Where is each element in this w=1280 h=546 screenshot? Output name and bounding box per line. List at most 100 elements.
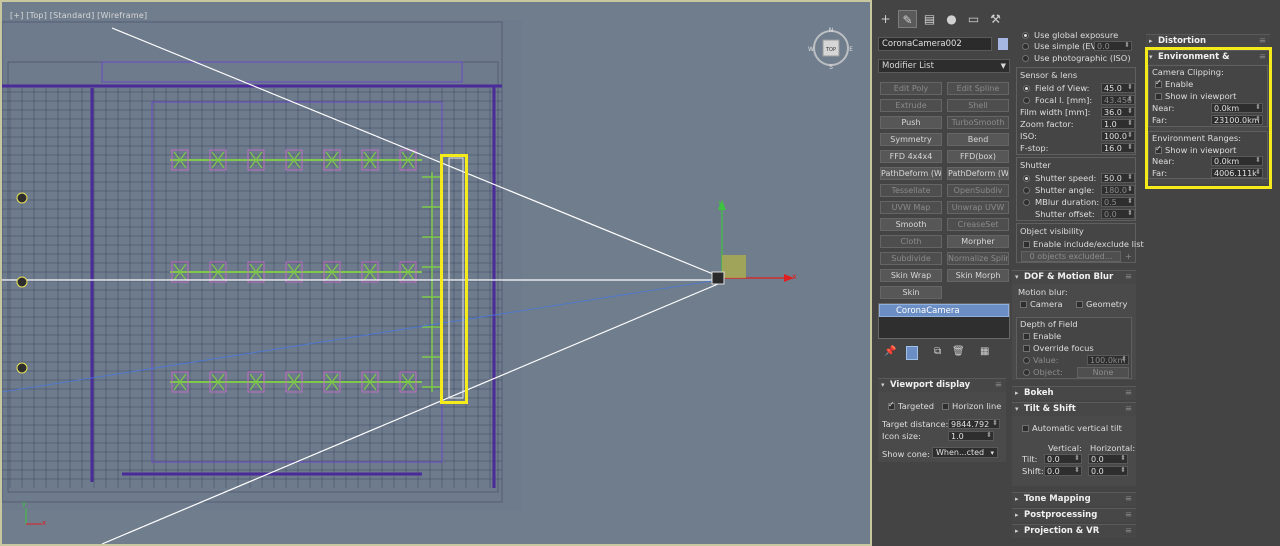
motion-blur-geometry-checkbox[interactable] — [1076, 301, 1083, 308]
postprocessing-header[interactable]: Postprocessing≡ — [1012, 509, 1136, 522]
viewport-top[interactable]: [+] [Top] [Standard] [Wireframe] TOP N S… — [0, 0, 872, 546]
fov-spinner[interactable]: 45.0 — [1101, 83, 1135, 93]
modifier-button[interactable]: TurboSmooth — [947, 116, 1009, 129]
shift-label: Shift: — [1022, 466, 1044, 476]
tilt-vertical-spinner[interactable]: 0.0 — [1044, 454, 1082, 464]
focal-spinner[interactable]: 43.456 — [1101, 95, 1135, 105]
modifier-button[interactable]: Subdivide — [880, 252, 942, 265]
show-end-result-icon[interactable] — [906, 346, 918, 360]
mblur-duration-radio[interactable] — [1023, 199, 1030, 206]
vertical-label: Vertical: — [1048, 443, 1082, 453]
modifier-button[interactable]: Unwrap UVW — [947, 201, 1009, 214]
simple-ev-spinner[interactable]: 0.0 — [1094, 41, 1132, 51]
command-panel: + ✎ ▤ ● ▭ ⚒ CoronaCamera002 Modifier Lis… — [872, 0, 1280, 546]
film-width-spinner[interactable]: 36.0 — [1101, 107, 1135, 117]
modifier-button[interactable]: FFD 4x4x4 — [880, 150, 942, 163]
modifier-button[interactable]: Bend — [947, 133, 1009, 146]
shutter-angle-spinner[interactable]: 180.0 — [1101, 185, 1135, 195]
mblur-duration-spinner[interactable]: 0.5 — [1101, 197, 1135, 207]
modifier-button[interactable]: Skin Wrap — [880, 269, 942, 282]
targeted-checkbox[interactable] — [888, 400, 895, 410]
target-distance-spinner[interactable]: 9844.792 — [948, 419, 1000, 429]
shutter-offset-spinner[interactable]: 0.0 — [1101, 209, 1135, 219]
modifier-button[interactable]: Morpher — [947, 235, 1009, 248]
dof-enable-checkbox[interactable] — [1023, 333, 1030, 340]
motion-icon[interactable]: ● — [942, 10, 961, 28]
fov-radio[interactable] — [1023, 85, 1030, 92]
modifier-button[interactable]: Smooth — [880, 218, 942, 231]
modifier-stack[interactable]: CoronaCamera — [878, 303, 1010, 339]
viewcube[interactable]: TOP N S W E — [808, 25, 854, 71]
modifier-button[interactable]: CreaseSet — [947, 218, 1009, 231]
modifier-button[interactable]: Cloth — [880, 235, 942, 248]
modifier-button[interactable]: Skin — [880, 286, 942, 299]
modifier-button[interactable]: Symmetry — [880, 133, 942, 146]
override-focus-checkbox[interactable] — [1023, 345, 1030, 352]
motion-blur-label: Motion blur: — [1018, 287, 1068, 297]
projection-vr-header[interactable]: Projection & VR≡ — [1012, 525, 1136, 538]
tone-mapping-header[interactable]: Tone Mapping≡ — [1012, 493, 1136, 506]
focal-radio[interactable] — [1023, 97, 1030, 104]
focus-value-spinner[interactable]: 100.0km — [1087, 355, 1129, 365]
use-photographic-radio[interactable] — [1022, 55, 1029, 62]
focus-object-label: Object: — [1033, 367, 1063, 377]
modifier-button[interactable]: Tessellate — [880, 184, 942, 197]
fstop-label: F-stop: — [1020, 143, 1049, 153]
focus-value-radio[interactable] — [1023, 357, 1030, 364]
dof-header[interactable]: DOF & Motion Blur≡ — [1012, 271, 1136, 284]
focus-object-button[interactable]: None — [1077, 367, 1129, 378]
bokeh-header[interactable]: Bokeh≡ — [1012, 387, 1136, 400]
modifier-button[interactable]: Edit Poly — [880, 82, 942, 95]
objects-excluded-button[interactable]: 0 objects excluded... — [1021, 251, 1121, 262]
utilities-icon[interactable]: ⚒ — [986, 10, 1005, 28]
viewport-label[interactable]: [+] [Top] [Standard] [Wireframe] — [10, 11, 147, 20]
show-cone-dropdown[interactable]: When...cted — [932, 447, 998, 458]
modifier-button[interactable]: Push — [880, 116, 942, 129]
object-color-swatch[interactable] — [998, 38, 1008, 50]
object-name-field[interactable]: CoronaCamera002 — [878, 37, 992, 51]
modifier-button[interactable]: Shell — [947, 99, 1009, 112]
zoom-factor-spinner[interactable]: 1.0 — [1101, 119, 1135, 129]
modifier-button[interactable]: Skin Morph — [947, 269, 1009, 282]
focus-object-radio[interactable] — [1023, 369, 1030, 376]
auto-vertical-tilt-checkbox[interactable] — [1022, 425, 1029, 432]
modifier-button[interactable]: PathDeform (WSM) — [880, 167, 942, 180]
hierarchy-icon[interactable]: ▤ — [920, 10, 939, 28]
viewport-display-header[interactable]: Viewport display≡ — [878, 379, 1006, 392]
icon-size-spinner[interactable]: 1.0 — [948, 431, 994, 441]
make-unique-icon[interactable]: ⧉ — [934, 346, 941, 357]
modifier-button[interactable]: Edit Spline — [947, 82, 1009, 95]
use-photographic-label: Use photographic (ISO) — [1034, 53, 1131, 63]
fov-label: Field of View: — [1035, 83, 1090, 93]
modifier-button[interactable]: OpenSubdiv — [947, 184, 1009, 197]
modifier-button[interactable]: PathDeform (WSM) — [947, 167, 1009, 180]
stack-item-corona-camera[interactable]: CoronaCamera — [879, 304, 1009, 317]
add-excluded-button[interactable]: + — [1125, 251, 1132, 261]
use-simple-radio[interactable] — [1022, 43, 1029, 50]
configure-sets-icon[interactable]: ▦ — [980, 346, 989, 357]
viewcube-w: W — [808, 46, 814, 53]
modifier-button[interactable]: Extrude — [880, 99, 942, 112]
use-global-exposure-radio[interactable] — [1022, 32, 1029, 39]
enable-include-exclude-checkbox[interactable] — [1023, 241, 1030, 248]
shutter-speed-spinner[interactable]: 50.0 — [1101, 173, 1135, 183]
shift-vertical-spinner[interactable]: 0.0 — [1044, 466, 1082, 476]
display-icon[interactable]: ▭ — [964, 10, 983, 28]
remove-modifier-icon[interactable]: 🗑 — [952, 346, 965, 357]
modifier-button[interactable]: UVW Map — [880, 201, 942, 214]
motion-blur-camera-checkbox[interactable] — [1020, 301, 1027, 308]
iso-spinner[interactable]: 100.0 — [1101, 131, 1135, 141]
modifier-button[interactable]: Normalize Spline — [947, 252, 1009, 265]
shutter-angle-radio[interactable] — [1023, 187, 1030, 194]
fstop-spinner[interactable]: 16.0 — [1101, 143, 1135, 153]
pin-stack-icon[interactable]: 📌 — [884, 346, 896, 357]
shift-horizontal-spinner[interactable]: 0.0 — [1088, 466, 1128, 476]
modify-icon[interactable]: ✎ — [898, 10, 917, 28]
create-icon[interactable]: + — [876, 10, 895, 28]
modifier-list-dropdown[interactable]: Modifier List ▼ — [878, 59, 1010, 73]
tilt-shift-header[interactable]: Tilt & Shift≡ — [1012, 403, 1136, 416]
horizon-line-checkbox[interactable] — [942, 403, 949, 410]
modifier-button[interactable]: FFD(box) — [947, 150, 1009, 163]
tilt-horizontal-spinner[interactable]: 0.0 — [1088, 454, 1128, 464]
shutter-speed-radio[interactable] — [1023, 175, 1030, 182]
